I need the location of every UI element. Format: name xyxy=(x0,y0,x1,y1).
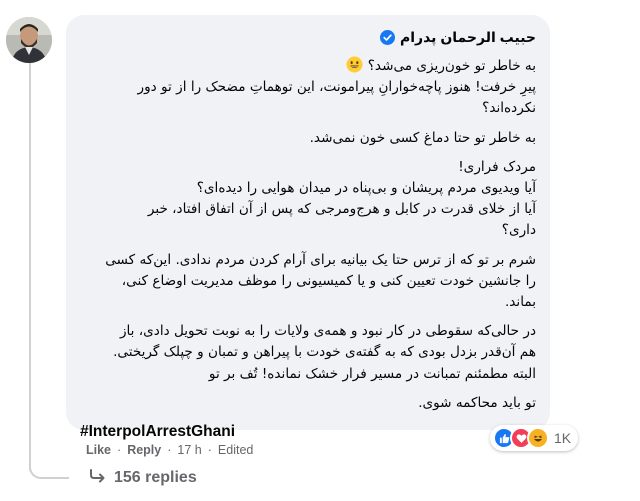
comment-line: شرم بر تو که از ترس حتا یک بیانیه برای آ… xyxy=(105,251,536,268)
comment-line: به خاطر تو خون‌ریزی می‌شد؟ xyxy=(80,56,536,77)
comment-line: را جانشین خودت تعیین کنی و یا کمیسیونی ر… xyxy=(121,272,536,289)
reactions-summary[interactable]: 1K xyxy=(490,425,579,451)
comment-text: به خاطر تو خون‌ریزی می‌شد؟ پیرِ خرفت! هن… xyxy=(80,56,536,414)
comment-line: داری؟ xyxy=(501,222,536,239)
edited-label[interactable]: Edited xyxy=(218,443,253,457)
comment-actions: Like · Reply · 17 h · Edited xyxy=(86,441,253,459)
comment-line: بماند. xyxy=(504,294,536,311)
reaction-count: 1K xyxy=(554,430,572,446)
comment-line: پیرِ خرفت! هنوز پاچه‌خوارانِ پیرامونت، ا… xyxy=(137,79,536,96)
verified-badge-icon xyxy=(379,29,395,45)
comment-line: مردک فراری! xyxy=(458,158,536,175)
thread-connector xyxy=(29,455,69,479)
author-row: حبیب الرحمان پدرام xyxy=(80,26,536,48)
hashtag-link[interactable]: #InterpolArrestGhani xyxy=(80,423,536,441)
comment-line: تو باید محاکمه شوی. xyxy=(418,394,536,411)
comment-line: آیا از خلای قدرت در کابل و هرج‌ومرجی که … xyxy=(147,201,536,218)
comment-line: نکرده‌اند؟ xyxy=(482,100,536,117)
comment-bubble: حبیب الرحمان پدرام به خاطر تو خون‌ریزی م… xyxy=(66,15,550,440)
comment-line: آیا ویدیوی مردم پریشان و بی‌پناه در میدا… xyxy=(196,180,536,197)
replies-count-label[interactable]: 156 replies xyxy=(114,469,197,487)
separator: · xyxy=(167,443,172,457)
view-replies-button[interactable]: 156 replies xyxy=(90,467,197,489)
grinning-emoji-icon xyxy=(346,56,363,73)
reply-button[interactable]: Reply xyxy=(127,443,161,457)
avatar-image xyxy=(6,17,52,63)
separator: · xyxy=(117,443,122,457)
avatar[interactable] xyxy=(6,17,52,63)
comment-line: به خاطر تو حتا دماغ کسی خون نمی‌شد. xyxy=(309,129,536,146)
separator: · xyxy=(207,443,212,457)
comment-line: در حالی‌که سقوطی در کار نبود و همه‌ی ولا… xyxy=(119,323,536,340)
reply-arrow-icon xyxy=(90,468,106,488)
like-button[interactable]: Like xyxy=(86,443,111,457)
thread-line xyxy=(29,40,31,470)
comment-line: البته مطمئنم تمبانت در مسیر فرار خشک نما… xyxy=(208,365,536,382)
comment-line: هم آن‌قدر بزدل بودی که به گفته‌ی خودت با… xyxy=(113,344,536,361)
timestamp[interactable]: 17 h xyxy=(177,443,201,457)
haha-icon xyxy=(527,427,549,449)
author-name[interactable]: حبیب الرحمان پدرام xyxy=(400,29,536,46)
